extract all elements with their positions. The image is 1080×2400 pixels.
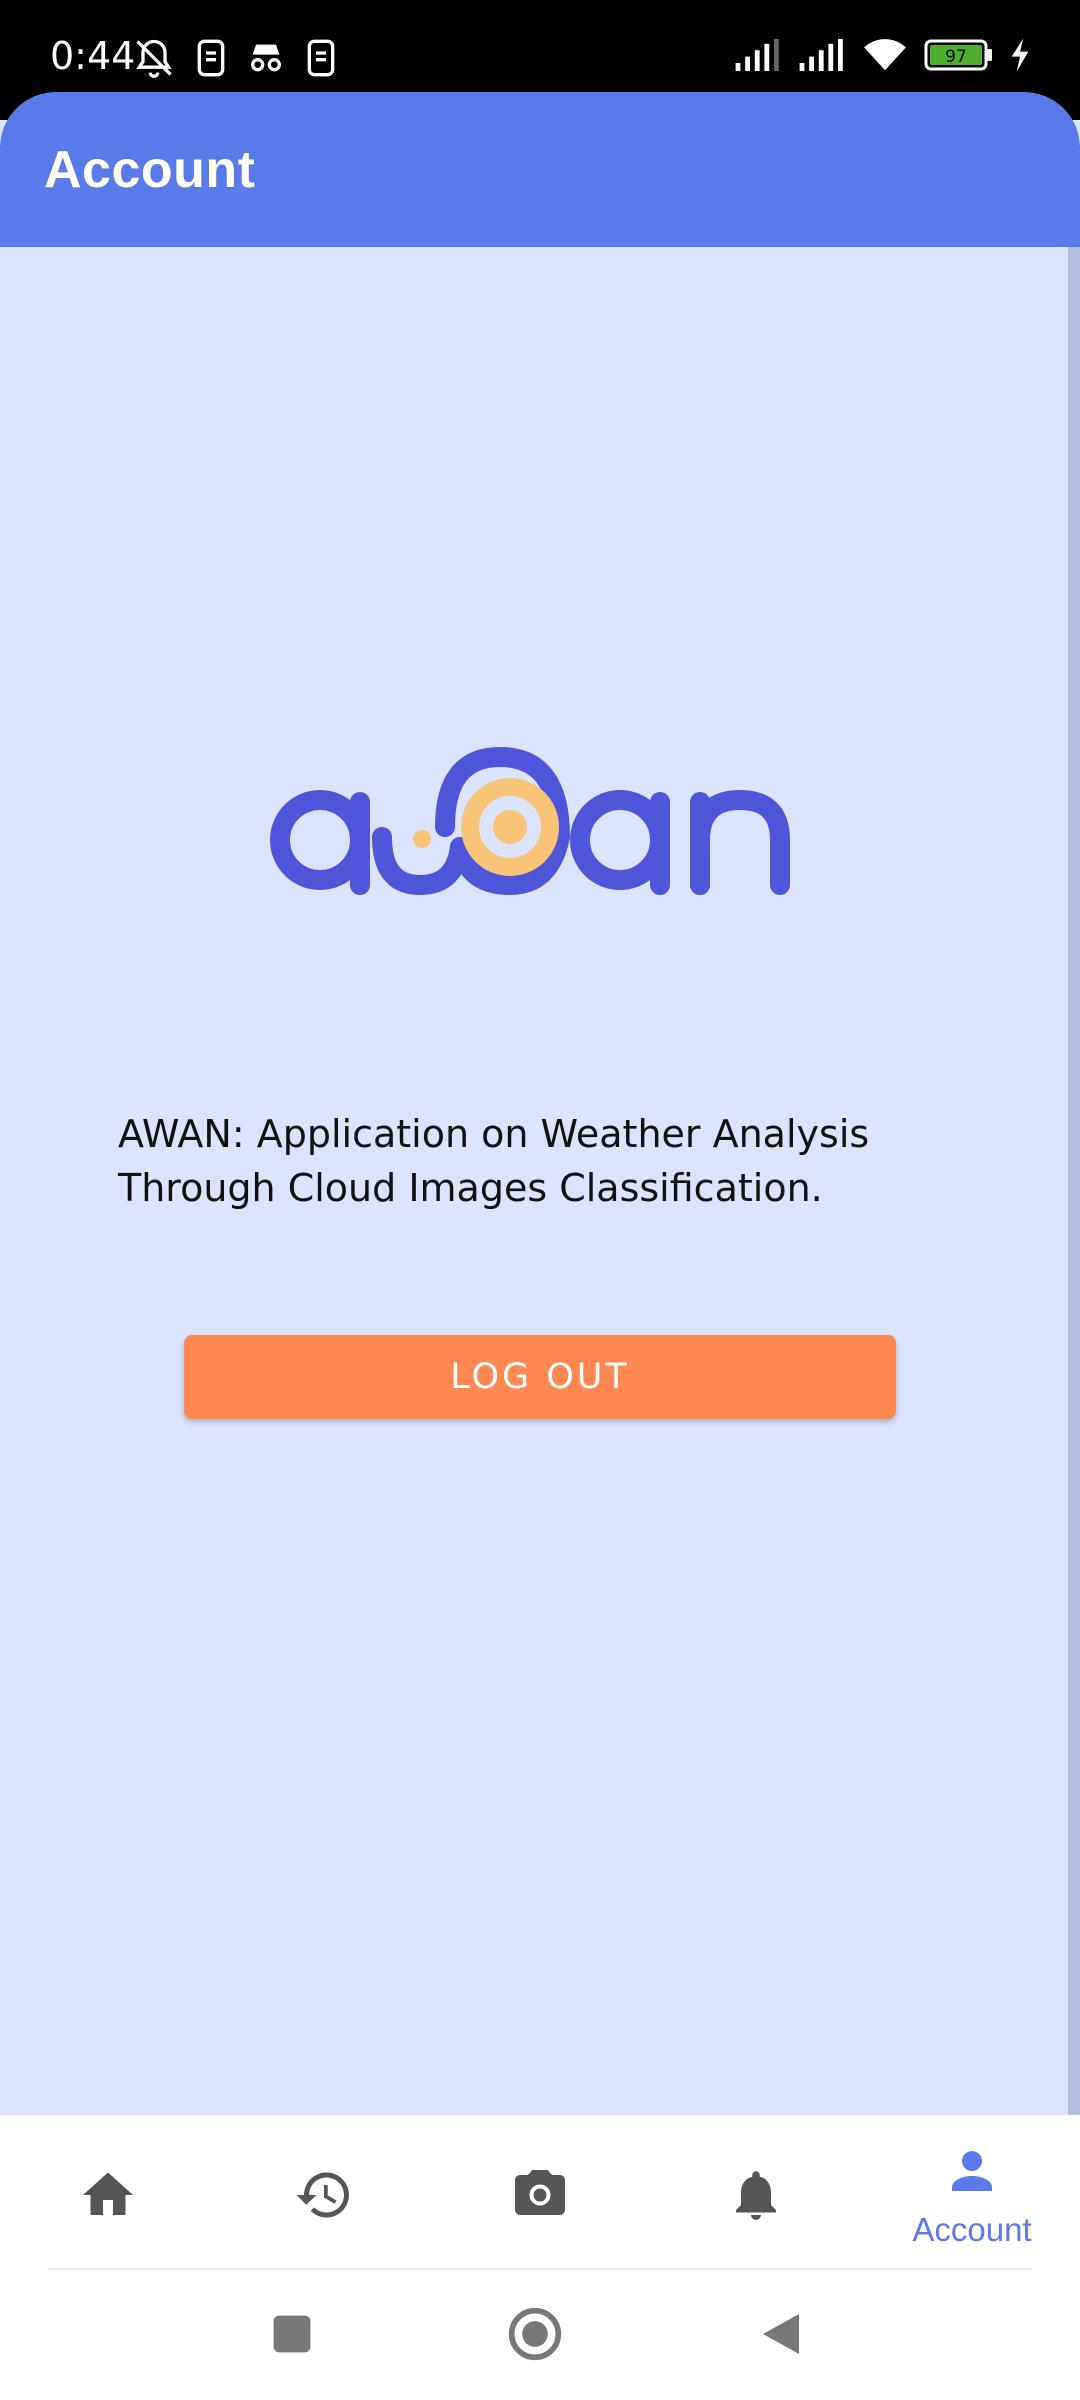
home-icon (83, 2172, 133, 2215)
system-navigation-bar (0, 2270, 1080, 2400)
wifi-icon (864, 39, 906, 71)
scrollbar[interactable] (1068, 247, 1080, 2115)
account-screen: 0:44 97 Account AWAN: Application on Wea… (0, 0, 1080, 2400)
page-title: Account (44, 141, 256, 199)
camera-icon (515, 2170, 565, 2215)
charging-icon (1011, 38, 1029, 72)
person-icon (952, 2151, 992, 2191)
home-circle-icon[interactable] (507, 2306, 563, 2362)
nav-home[interactable] (0, 2115, 216, 2270)
status-left-icons (132, 36, 338, 80)
status-right-icons: 97 (734, 36, 1030, 74)
nav-camera[interactable] (432, 2115, 648, 2270)
signal-icon (799, 39, 843, 71)
logout-button[interactable]: LOG OUT (184, 1335, 896, 1419)
nav-account[interactable]: Account (864, 2115, 1080, 2270)
recents-icon[interactable] (270, 2312, 314, 2356)
bottom-navigation: Account (0, 2115, 1080, 2270)
silent-bell-icon (136, 39, 172, 78)
sim-toolkit-icon (197, 39, 225, 77)
nav-notifications[interactable] (648, 2115, 864, 2270)
signal-icon (735, 39, 779, 71)
battery-icon: 97 (924, 39, 992, 71)
battery-level: 97 (945, 47, 967, 67)
nav-account-label: Account (912, 2211, 1032, 2248)
incognito-icon (251, 44, 281, 72)
sim-toolkit-icon (307, 39, 335, 77)
app-description: AWAN: Application on Weather Analysis Th… (118, 1112, 870, 1210)
bell-icon (736, 2171, 776, 2220)
account-content: AWAN: Application on Weather Analysis Th… (0, 247, 1080, 2115)
app-bar: Account (0, 92, 1080, 247)
back-icon[interactable] (758, 2310, 804, 2358)
history-icon (296, 2172, 349, 2218)
nav-history[interactable] (216, 2115, 432, 2270)
awan-logo (270, 746, 790, 896)
status-time: 0:44 (50, 34, 136, 78)
